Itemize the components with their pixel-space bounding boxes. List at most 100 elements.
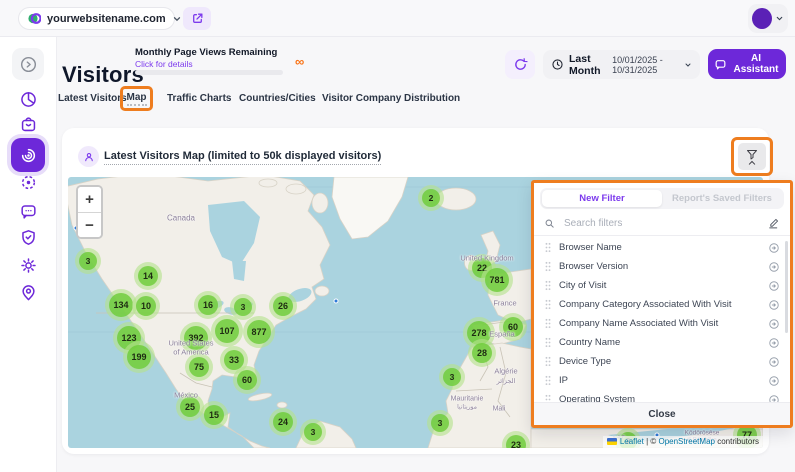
filter-search-input[interactable] [562,217,760,230]
marker-cluster[interactable]: 3 [439,364,465,390]
date-range-value: 10/01/2025 - 10/31/2025 [612,55,679,75]
zoom-in-button[interactable]: + [78,187,101,212]
arrow-right-circle-icon[interactable] [768,356,780,368]
quota-details-link[interactable]: Click for details [135,59,310,69]
marker-cluster[interactable]: 199 [123,341,155,373]
cluster-count: 134 [109,293,133,317]
cluster-count: 10 [136,296,156,316]
ai-assistant-button[interactable]: AI Assistant [708,49,786,79]
target-icon [19,173,38,192]
sidebar-item-chat[interactable] [14,197,42,225]
filter-list-item[interactable]: Browser Version [534,257,790,276]
tab-latest-visitors[interactable]: Latest Visitors [58,93,127,104]
filter-name: Browser Version [559,261,761,272]
sidebar-item-audience[interactable] [14,168,42,196]
refresh-button[interactable] [505,50,535,79]
tab-countries-cities[interactable]: Countries/Cities [239,93,316,104]
marker-cluster[interactable]: 28 [468,339,496,367]
tab-map[interactable]: Map [127,92,147,106]
marker-cluster[interactable]: 2 [418,185,444,211]
arrow-right-circle-icon[interactable] [768,280,780,292]
tab-visitor-company-distribution[interactable]: Visitor Company Distribution [322,93,460,104]
filter-panel-footer: Close [534,402,790,425]
marker-cluster[interactable]: 3 [300,419,326,445]
date-range-picker[interactable]: Last Month 10/01/2025 - 10/31/2025 [543,50,700,79]
avatar [752,8,772,29]
map-tab-annotation: Map [120,86,153,111]
filter-toggle-button[interactable] [738,143,766,170]
filter-list-item[interactable]: City of Visit [534,276,790,295]
filter-list-item[interactable]: Device Type [534,352,790,371]
marker-cluster[interactable]: 60 [499,313,527,341]
chevron-down-icon [172,14,182,24]
drag-handle-icon[interactable] [544,242,552,253]
tab-saved-filters[interactable]: Report's Saved Filters [662,190,782,207]
drag-handle-icon[interactable] [544,299,552,310]
marker-cluster[interactable]: 14 [134,262,162,290]
cluster-count: 25 [180,397,200,417]
site-favicon-icon [28,12,41,25]
sidebar-item-settings[interactable] [14,251,42,279]
filter-list-item[interactable]: Company Name Associated With Visit [534,314,790,333]
sidebar-item-locations[interactable] [14,278,42,306]
close-button[interactable]: Close [642,408,681,421]
openstreetmap-link[interactable]: OpenStreetMap [658,437,714,446]
marker-cluster[interactable]: 26 [269,292,297,320]
zoom-out-button[interactable]: − [78,212,101,237]
arrow-right-circle-icon[interactable] [768,318,780,330]
marker-cluster[interactable]: 60 [233,366,261,394]
sidebar-item-dashboard[interactable] [14,85,42,113]
tab-new-filter[interactable]: New Filter [542,190,662,207]
arrow-right-circle-icon[interactable] [768,375,780,387]
drag-handle-icon[interactable] [544,318,552,329]
arrow-right-circle-icon[interactable] [768,299,780,311]
clock-icon [551,58,564,71]
filter-list-item[interactable]: Country Name [534,333,790,352]
drag-handle-icon[interactable] [544,337,552,348]
marker-cluster[interactable]: 392 [180,322,212,354]
marker-cluster[interactable]: 3 [75,248,101,274]
cluster-count: 26 [273,296,293,316]
marker-cluster[interactable]: 75 [185,353,213,381]
visitor-marker[interactable] [334,299,339,304]
marker-cluster[interactable]: 15 [200,401,228,429]
marker-cluster[interactable]: 24 [269,408,297,436]
marker-cluster[interactable]: 107 [211,315,243,347]
cluster-count: 199 [127,345,151,369]
filter-list-item[interactable]: IP [534,371,790,390]
arrow-right-circle-icon[interactable] [768,242,780,254]
cluster-count: 2 [422,189,440,207]
marker-cluster[interactable]: 781 [481,264,513,296]
arrow-right-circle-icon[interactable] [768,261,780,273]
user-menu[interactable] [748,4,788,33]
sidebar-item-security[interactable] [14,223,42,251]
pie-chart-icon [19,90,38,109]
leaflet-link[interactable]: Leaflet [620,437,644,446]
eraser-icon[interactable] [767,217,780,230]
drag-handle-icon[interactable] [544,280,552,291]
filter-list-item[interactable]: Browser Name [534,238,790,257]
sidebar-collapse-button[interactable] [12,48,44,80]
filter-list: Browser Name Browser Version [534,238,790,409]
filter-list-item[interactable]: Company Category Associated With Visit [534,295,790,314]
cluster-count: 16 [198,295,218,315]
drag-handle-icon[interactable] [544,375,552,386]
drag-handle-icon[interactable] [544,261,552,272]
quota-widget: Monthly Page Views Remaining Click for d… [135,47,310,69]
search-icon [544,218,555,229]
marker-cluster[interactable]: 16 [194,291,222,319]
collapse-circle-icon [19,55,38,74]
drag-handle-icon[interactable] [544,356,552,367]
open-website-button[interactable] [183,7,211,30]
arrow-right-circle-icon[interactable] [768,337,780,349]
tab-traffic-charts[interactable]: Traffic Charts [167,93,231,104]
filter-search-row [534,212,790,236]
marker-cluster[interactable]: 10 [132,292,160,320]
sidebar-item-visitors-active[interactable] [11,138,45,172]
marker-cluster[interactable]: 877 [243,316,275,348]
website-selector[interactable]: yourwebsitename.com [18,7,175,30]
marker-cluster[interactable]: 3 [427,410,453,436]
sidebar-item-orders[interactable] [14,110,42,138]
filter-panel-scrollbar[interactable] [785,241,788,333]
cluster-count: 3 [234,298,252,316]
